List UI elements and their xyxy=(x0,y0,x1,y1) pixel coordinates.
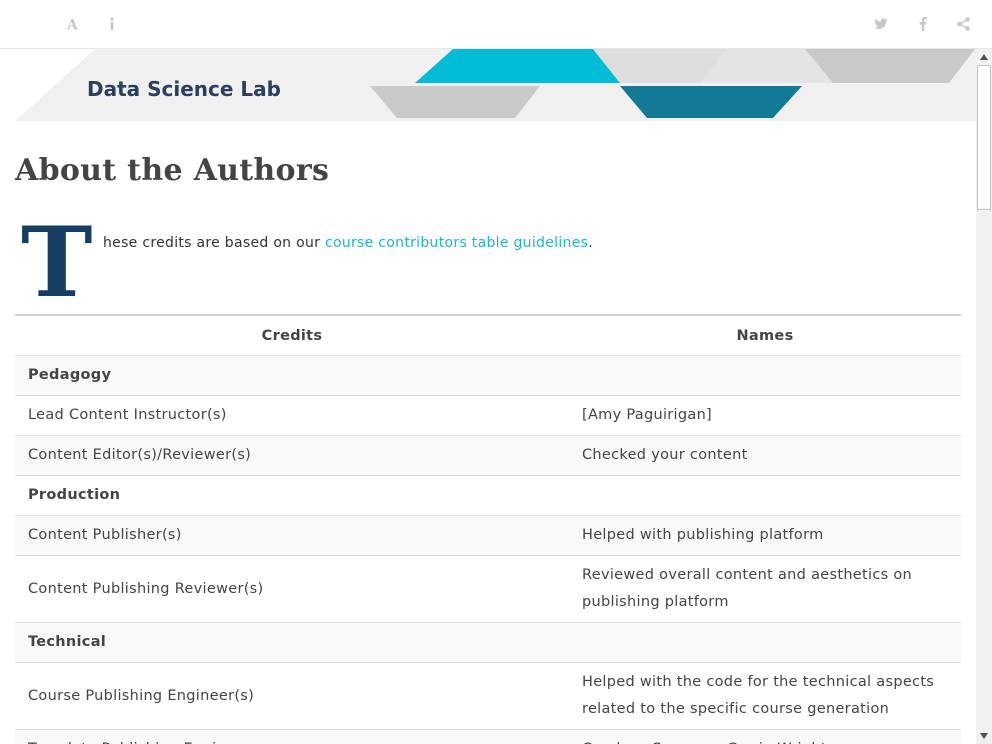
banner-text: Data Science Lab xyxy=(87,77,281,101)
page-title: About the Authors xyxy=(15,153,330,188)
top-toolbar: A xyxy=(0,0,992,49)
table-row: Lead Content Instructor(s) [Amy Paguiriga… xyxy=(15,395,961,436)
table-row: Template Publishing EngineersCandace Sav… xyxy=(15,729,961,744)
table-row: Technical xyxy=(15,622,961,663)
credits-table: Credits Names Pedagogy Lead Content Inst… xyxy=(15,314,961,744)
credit-cell: Template Publishing Engineers xyxy=(15,729,569,744)
header-credits: Credits xyxy=(15,314,569,356)
font-size-icon[interactable]: A xyxy=(62,13,84,35)
credit-cell: Lead Content Instructor(s) xyxy=(15,395,569,436)
table-row: Production xyxy=(15,475,961,516)
table-row: Content Publisher(s) Helped with publishi… xyxy=(15,515,961,556)
table-row: Course Publishing Engineer(s) Helped with… xyxy=(15,662,961,730)
section-label: Technical xyxy=(15,622,569,663)
name-cell: Checked your content xyxy=(569,435,961,476)
section-label: Pedagogy xyxy=(15,355,569,396)
table-row: Pedagogy xyxy=(15,355,961,396)
credit-cell: Content Editor(s)/Reviewer(s) xyxy=(15,435,569,476)
info-icon[interactable] xyxy=(101,13,123,35)
scrollbar-thumb[interactable] xyxy=(977,65,991,210)
name-cell xyxy=(569,475,961,516)
intro-end: . xyxy=(588,235,593,251)
banner-image: Data Science Lab xyxy=(15,49,976,121)
main-content: Data Science Lab About the Authors T hes… xyxy=(0,49,976,744)
name-cell: Helped with publishing platform xyxy=(569,515,961,556)
facebook-icon[interactable] xyxy=(912,13,934,35)
scroll-up-arrow-icon[interactable] xyxy=(976,49,992,65)
name-cell: Reviewed overall content and aesthetics … xyxy=(569,555,961,623)
svg-text:A: A xyxy=(66,18,79,32)
table-row: Content Editor(s)/Reviewer(s) Checked you… xyxy=(15,435,961,476)
section-label: Production xyxy=(15,475,569,516)
name-cell: Helped with the code for the technical a… xyxy=(569,662,961,730)
credit-cell: Content Publishing Reviewer(s) xyxy=(15,555,569,623)
name-cell: [Amy Paguirigan] xyxy=(569,395,961,436)
share-icon[interactable] xyxy=(952,13,974,35)
scroll-down-arrow-icon[interactable] xyxy=(976,728,992,744)
credit-cell: Content Publisher(s) xyxy=(15,515,569,556)
credit-cell: Course Publishing Engineer(s) xyxy=(15,662,569,730)
vertical-scrollbar[interactable] xyxy=(976,49,992,744)
table-row: Content Publishing Reviewer(s) Reviewed o… xyxy=(15,555,961,623)
twitter-icon[interactable] xyxy=(870,13,892,35)
name-cell xyxy=(569,622,961,663)
name-cell xyxy=(569,355,961,396)
intro-text: hese credits are based on our xyxy=(103,235,325,251)
intro-paragraph: hese credits are based on our course con… xyxy=(103,235,593,251)
header-names: Names xyxy=(569,314,961,356)
guidelines-link[interactable]: course contributors table guidelines xyxy=(325,235,588,251)
name-cell: Candace Savonen, Carrie Wright xyxy=(569,729,961,744)
drop-cap: T xyxy=(21,206,93,319)
